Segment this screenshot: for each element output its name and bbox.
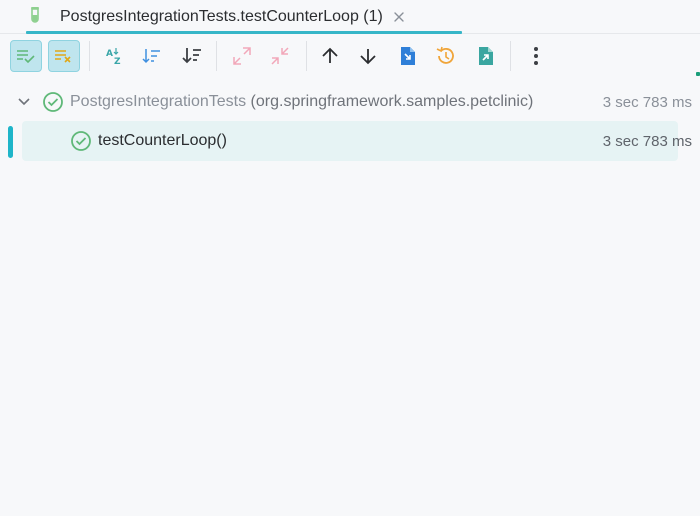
sort-by-duration-button[interactable] — [136, 40, 168, 72]
sort-down-icon — [182, 46, 202, 66]
test-toolbar: A Z — [0, 35, 700, 77]
show-passed-button[interactable] — [10, 40, 42, 72]
test-duration: 3 sec 783 ms — [602, 133, 692, 150]
toolbar-separator — [306, 41, 307, 71]
previous-failed-button[interactable] — [314, 40, 346, 72]
tab-title: PostgresIntegrationTests.testCounterLoop… — [60, 8, 383, 25]
history-icon — [435, 45, 457, 67]
toolbar-separator — [216, 41, 217, 71]
export-tests-button[interactable] — [470, 40, 502, 72]
list-x-icon — [54, 48, 74, 64]
test-method-name: testCounterLoop() — [98, 132, 227, 149]
arrow-down-icon — [358, 46, 378, 66]
import-tests-button[interactable] — [392, 40, 424, 72]
import-icon — [398, 46, 418, 66]
test-class-name: PostgresIntegrationTests — [70, 93, 247, 110]
show-ignored-button[interactable] — [48, 40, 80, 72]
sort-az-icon: A Z — [104, 46, 124, 66]
arrow-up-icon — [320, 46, 340, 66]
test-package-name: (org.springframework.samples.petclinic) — [250, 93, 534, 110]
test-runner-panel: PostgresIntegrationTests.testCounterLoop… — [0, 0, 700, 516]
focus-indicator — [8, 126, 13, 158]
passed-check-icon — [70, 130, 92, 152]
toolbar-separator — [89, 41, 90, 71]
next-failed-button[interactable] — [352, 40, 384, 72]
test-duration: 3 sec 783 ms — [602, 94, 692, 111]
tab-test-run[interactable]: PostgresIntegrationTests.testCounterLoop… — [28, 0, 422, 34]
sort-duration-icon — [142, 46, 162, 66]
test-tree: PostgresIntegrationTests (org.springfram… — [0, 80, 700, 516]
close-icon[interactable] — [392, 10, 406, 24]
toolbar-separator — [510, 41, 511, 71]
expand-icon — [232, 46, 252, 66]
tree-node-test-method[interactable]: testCounterLoop() 3 sec 783 ms — [0, 121, 700, 161]
list-check-icon — [16, 48, 36, 64]
sort-alphabetically-button[interactable]: A Z — [98, 40, 130, 72]
passed-check-icon — [42, 91, 64, 113]
chevron-down-icon[interactable] — [17, 95, 31, 109]
scroll-marker — [696, 72, 700, 76]
collapse-icon — [270, 46, 290, 66]
collapse-all-button[interactable] — [264, 40, 296, 72]
test-flask-icon — [28, 6, 42, 24]
active-tab-indicator — [26, 31, 462, 34]
tab-bar: PostgresIntegrationTests.testCounterLoop… — [0, 0, 700, 34]
tree-node-label: PostgresIntegrationTests (org.springfram… — [70, 93, 533, 111]
test-history-button[interactable] — [430, 40, 462, 72]
export-icon — [476, 46, 496, 66]
more-options-button[interactable] — [520, 40, 552, 72]
svg-text:Z: Z — [114, 57, 121, 66]
tree-node-test-class[interactable]: PostgresIntegrationTests (org.springfram… — [0, 82, 700, 122]
sort-down-button[interactable] — [176, 40, 208, 72]
more-vertical-icon — [533, 46, 539, 66]
expand-all-button[interactable] — [226, 40, 258, 72]
svg-text:A: A — [106, 49, 113, 59]
